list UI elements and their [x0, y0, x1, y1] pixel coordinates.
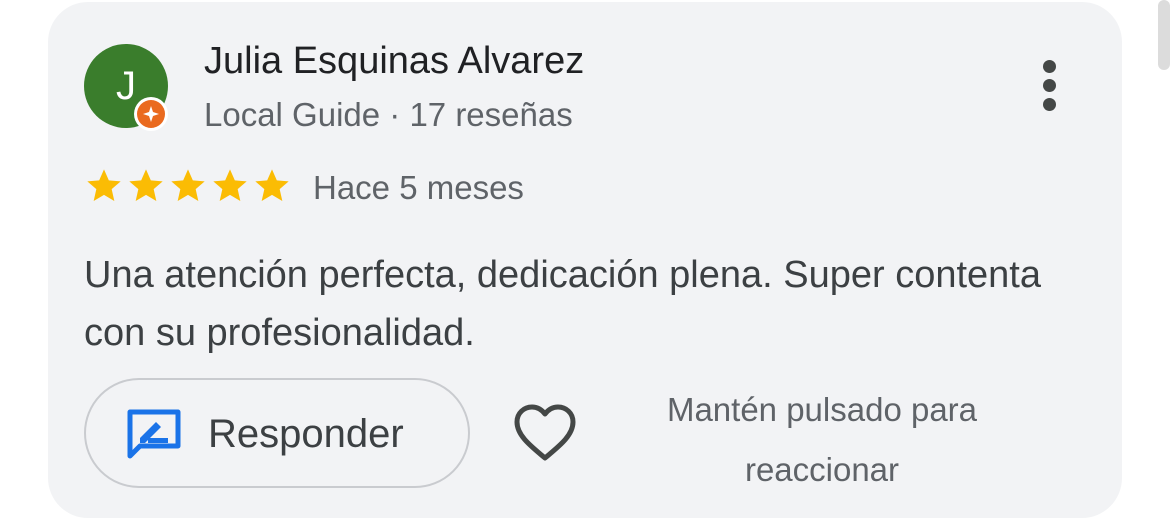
review-text: Una atención perfecta, dedicación plena.… [84, 254, 1041, 354]
star-icon [87, 169, 121, 201]
star-icon [255, 169, 289, 201]
star-icon [171, 169, 205, 201]
author-name[interactable]: Julia Esquinas Alvarez [204, 40, 584, 83]
star-icon [129, 169, 163, 201]
reply-edit-icon [127, 409, 181, 459]
reply-label: Responder [208, 412, 404, 456]
more-options-button[interactable] [1030, 58, 1070, 114]
heart-outline-icon[interactable] [512, 403, 578, 463]
author-subline: Local Guide · 17 reseñas [204, 96, 573, 133]
local-guide-badge-icon [134, 97, 168, 131]
reply-button[interactable]: Responder [84, 378, 470, 488]
more-dot [1043, 98, 1056, 111]
avatar-initial: J [116, 64, 136, 108]
star-rating [84, 166, 292, 206]
hold-to-react-hint: Mantén pulsado para reaccionar [666, 391, 978, 488]
more-vertical-icon [1043, 60, 1056, 73]
more-dot [1043, 79, 1056, 92]
star-icon [213, 169, 247, 201]
review-date: Hace 5 meses [313, 169, 524, 206]
scrollbar[interactable] [1158, 0, 1170, 70]
